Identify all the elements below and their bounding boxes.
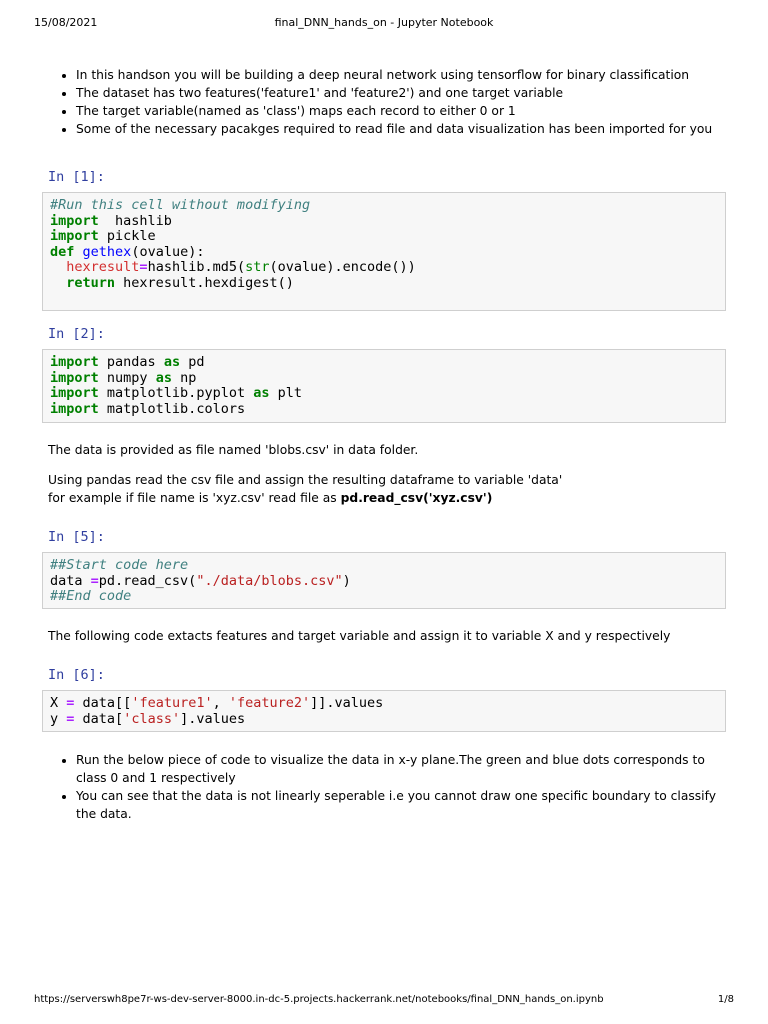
code-token: hexresult.hexdigest() xyxy=(115,274,294,291)
cell-prompt: In [1]: xyxy=(48,169,105,185)
list-item: In this handson you will be building a d… xyxy=(76,66,728,84)
code-token: = xyxy=(90,572,99,589)
code-token: as xyxy=(155,369,172,386)
data-file-text: The data is provided as file named 'blob… xyxy=(48,443,419,457)
list-item: You can see that the data is not linearl… xyxy=(76,787,728,823)
code-token: data[[ xyxy=(74,695,132,711)
list-item: Run the below piece of code to visualize… xyxy=(76,751,728,787)
code-token: #Run this cell without modifying xyxy=(50,197,311,213)
extract-text: The following code extacts features and … xyxy=(48,629,671,643)
code-token: str xyxy=(245,259,270,275)
read-text-2: for example if file name is 'xyz.csv' re… xyxy=(48,491,341,505)
code-line: #Run this cell without modifying xyxy=(50,197,718,214)
code-token: ]].values xyxy=(310,695,384,711)
code-token: hashlib xyxy=(98,212,172,229)
code-token: hashlib.md5( xyxy=(147,259,246,275)
code-line: ##End code xyxy=(50,588,718,605)
code-token: (ovalue): xyxy=(131,243,205,260)
page-url: https://serverswh8pe7r-ws-dev-server-800… xyxy=(34,994,604,1005)
code-token: plt xyxy=(269,385,302,401)
code-token: return xyxy=(66,274,116,291)
code-token: as xyxy=(163,354,181,370)
cell-prompt: In [2]: xyxy=(48,326,105,342)
code-token: import xyxy=(50,400,99,417)
code-token: data xyxy=(50,572,91,589)
viz-markdown: Run the below piece of code to visualize… xyxy=(48,751,728,823)
read-example-code: pd.read_csv('xyz.csv') xyxy=(340,491,493,505)
code-cell-6[interactable]: X = data[['feature1', 'feature2']].value… xyxy=(42,690,726,732)
code-line: def gethex(ovalue): xyxy=(50,243,718,261)
page-number: 1/8 xyxy=(717,994,734,1005)
code-token: (ovalue).encode()) xyxy=(269,259,416,275)
code-token: pd.read_csv( xyxy=(98,572,197,589)
cell-prompt: In [6]: xyxy=(48,667,105,683)
code-token: 'feature1' xyxy=(131,695,213,711)
code-token: numpy xyxy=(98,369,156,386)
code-token: = xyxy=(139,259,148,275)
code-token: ].values xyxy=(180,710,246,727)
code-token: as xyxy=(253,385,270,401)
code-token: pandas xyxy=(98,354,164,370)
code-token: "./data/blobs.csv" xyxy=(196,572,343,589)
code-line: import pandas as pd xyxy=(50,354,718,371)
list-item: The target variable(named as 'class') ma… xyxy=(76,102,728,120)
code-cell-1[interactable]: #Run this cell without modifying import h… xyxy=(42,192,726,311)
code-token: data[ xyxy=(74,710,124,727)
code-token: pd xyxy=(180,354,205,370)
read-text-1: Using pandas read the csv file and assig… xyxy=(48,473,563,487)
code-token: np xyxy=(171,369,197,386)
code-line: y = data['class'].values xyxy=(50,710,718,728)
code-token: matplotlib.colors xyxy=(98,400,246,417)
code-token: import xyxy=(50,354,99,370)
code-token: , xyxy=(212,695,229,711)
code-cell-2[interactable]: import pandas as pd import numpy as np imp… xyxy=(42,349,726,423)
page-title: final_DNN_hands_on - Jupyter Notebook xyxy=(274,16,494,29)
code-token: pickle xyxy=(98,228,156,244)
code-token: import xyxy=(50,385,99,401)
code-token: hexresult xyxy=(66,259,140,275)
code-line: import hashlib xyxy=(50,212,718,230)
code-token: matplotlib.pyplot xyxy=(98,385,254,401)
code-token: 'class' xyxy=(123,710,181,727)
code-line: X = data[['feature1', 'feature2']].value… xyxy=(50,695,718,712)
code-token: import xyxy=(50,369,99,386)
code-line: import matplotlib.colors xyxy=(50,400,718,418)
cell-prompt: In [5]: xyxy=(48,529,105,545)
list-item: Some of the necessary pacakges required … xyxy=(76,120,728,138)
code-token: 'feature2' xyxy=(228,695,311,711)
code-token: def xyxy=(50,243,75,260)
read-instructions: The data is provided as file named 'blob… xyxy=(48,441,728,507)
list-item: The dataset has two features('feature1' … xyxy=(76,84,728,102)
intro-markdown: In this handson you will be building a d… xyxy=(48,66,728,138)
code-token: y xyxy=(50,710,67,727)
code-line: data =pd.read_csv("./data/blobs.csv") xyxy=(50,572,718,590)
code-token: import xyxy=(50,212,99,229)
code-line: hexresult=hashlib.md5(str(ovalue).encode… xyxy=(50,259,718,276)
code-token: ##End code xyxy=(50,588,132,604)
code-line: import numpy as np xyxy=(50,369,718,387)
code-token: import xyxy=(50,228,99,244)
code-line: import pickle xyxy=(50,228,718,245)
code-token: ) xyxy=(342,572,351,589)
code-token: X xyxy=(50,695,67,711)
code-token: gethex xyxy=(82,243,132,260)
code-line: return hexresult.hexdigest() xyxy=(50,274,718,292)
code-token: ##Start code here xyxy=(50,557,189,573)
code-line: import matplotlib.pyplot as plt xyxy=(50,385,718,402)
extract-markdown: The following code extacts features and … xyxy=(48,627,728,645)
code-line: ##Start code here xyxy=(50,557,718,574)
code-cell-5[interactable]: ##Start code here data =pd.read_csv("./da… xyxy=(42,552,726,609)
